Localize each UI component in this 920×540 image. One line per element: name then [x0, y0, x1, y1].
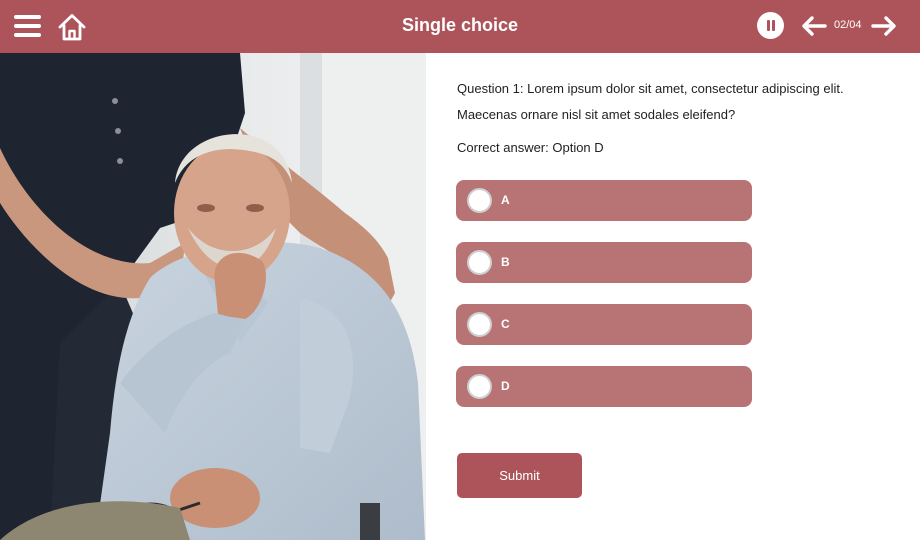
- correct-answer-text: Correct answer: Option D: [457, 140, 604, 155]
- caregiver-elderly-man-photo: [0, 53, 426, 540]
- option-label-d: D: [501, 379, 510, 393]
- arrow-right-icon[interactable]: [871, 15, 897, 37]
- radio-button-b[interactable]: [467, 250, 492, 275]
- option-c[interactable]: C: [456, 304, 752, 345]
- radio-button-c[interactable]: [467, 312, 492, 337]
- option-label-b: B: [501, 255, 510, 269]
- radio-button-d[interactable]: [467, 374, 492, 399]
- page-counter: 02/04: [834, 19, 862, 31]
- option-b[interactable]: B: [456, 242, 752, 283]
- arrow-left-icon[interactable]: [801, 15, 827, 37]
- option-a[interactable]: A: [456, 180, 752, 221]
- pause-icon[interactable]: [757, 12, 784, 39]
- submit-button[interactable]: Submit: [457, 453, 582, 498]
- radio-button-a[interactable]: [467, 188, 492, 213]
- hamburger-menu-icon[interactable]: [14, 13, 41, 39]
- home-icon[interactable]: [57, 12, 87, 42]
- question-line-2: Maecenas ornare nisl sit amet sodales el…: [457, 107, 736, 122]
- option-label-c: C: [501, 317, 510, 331]
- top-bar: Single choice 02/04: [0, 0, 920, 53]
- option-label-a: A: [501, 193, 510, 207]
- option-d[interactable]: D: [456, 366, 752, 407]
- question-line-1: Question 1: Lorem ipsum dolor sit amet, …: [457, 81, 844, 96]
- question-text: Question 1: Lorem ipsum dolor sit amet, …: [457, 79, 887, 125]
